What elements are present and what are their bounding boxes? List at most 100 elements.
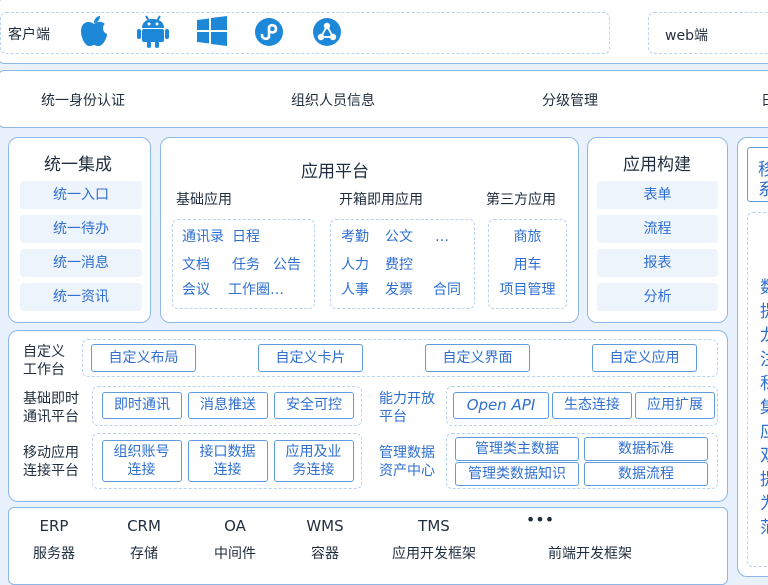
instant-messaging-button[interactable]: 即时通讯 bbox=[102, 392, 182, 419]
build-analysis[interactable]: 分析 bbox=[597, 283, 718, 311]
api-data-connect-button[interactable]: 接口数据 连接 bbox=[188, 440, 268, 482]
app-platform-title: 应用平台 bbox=[301, 162, 369, 182]
android-icon[interactable] bbox=[137, 13, 169, 49]
unified-news[interactable]: 统一资讯 bbox=[20, 283, 142, 311]
push-message-button[interactable]: 消息推送 bbox=[188, 392, 268, 419]
workbench-label-2: 工作台 bbox=[23, 362, 65, 378]
workbench-label-1: 自定义 bbox=[23, 344, 65, 360]
infra-tms: TMS bbox=[418, 517, 450, 535]
windows-icon[interactable] bbox=[197, 16, 227, 46]
data-process-button[interactable]: 数据流程 bbox=[584, 462, 708, 486]
mobile-label-1: 移动应用 bbox=[23, 445, 79, 461]
build-process[interactable]: 流程 bbox=[597, 215, 718, 243]
im-label-2: 通讯平台 bbox=[23, 409, 79, 425]
app-business-line-1: 应用及业 bbox=[285, 444, 342, 460]
app-extension-button[interactable]: 应用扩展 bbox=[635, 392, 715, 419]
app-personnel[interactable]: 人事 bbox=[341, 281, 369, 299]
custom-app-button[interactable]: 自定义应用 bbox=[592, 344, 697, 372]
data-knowledge-button[interactable]: 管理类数据知识 bbox=[455, 462, 579, 486]
unified-entry[interactable]: 统一入口 bbox=[20, 181, 142, 209]
im-label-1: 基础即时 bbox=[23, 391, 79, 407]
right-side-char: 私 bbox=[760, 369, 768, 394]
integration-title: 统一集成 bbox=[44, 155, 112, 175]
app-meeting[interactable]: 会议 bbox=[182, 281, 210, 299]
identity-auth: 统一身份认证 bbox=[41, 93, 125, 109]
open-api-button[interactable]: Open API bbox=[453, 392, 549, 419]
app-car[interactable]: 用车 bbox=[488, 256, 567, 274]
right-top-char-2: 系 bbox=[758, 180, 768, 200]
app-project-management[interactable]: 项目管理 bbox=[488, 281, 567, 299]
right-side-char: 为 bbox=[760, 489, 768, 514]
secure-control-button[interactable]: 安全可控 bbox=[274, 392, 354, 419]
unified-message[interactable]: 统一消息 bbox=[20, 249, 142, 277]
right-side-char: 应 bbox=[760, 417, 768, 442]
infra-app-framework: 应用开发框架 bbox=[392, 546, 476, 562]
infra-middleware: 中间件 bbox=[214, 546, 256, 562]
mobile-label-2: 连接平台 bbox=[23, 463, 79, 479]
share-icon[interactable] bbox=[312, 17, 342, 47]
app-attendance[interactable]: 考勤 bbox=[341, 228, 369, 246]
third-apps-title: 第三方应用 bbox=[486, 192, 556, 208]
build-report[interactable]: 报表 bbox=[597, 249, 718, 277]
app-contacts[interactable]: 通讯录 bbox=[182, 228, 224, 246]
data-label-2: 资产中心 bbox=[379, 463, 435, 479]
org-info: 组织人员信息 bbox=[291, 93, 375, 109]
app-expense[interactable]: 费控 bbox=[385, 256, 413, 274]
app-work-circle[interactable]: 工作圈… bbox=[228, 281, 284, 299]
app-official-doc[interactable]: 公文 bbox=[385, 228, 413, 246]
right-side-char: 注 bbox=[760, 345, 768, 370]
api-data-line-1: 接口数据 bbox=[199, 444, 256, 460]
app-schedule[interactable]: 日程 bbox=[232, 228, 260, 246]
infra-storage: 存储 bbox=[130, 546, 158, 562]
right-side-char: 提 bbox=[760, 465, 768, 490]
infra-container: 容器 bbox=[311, 546, 339, 562]
org-account-connect-button[interactable]: 组织账号 连接 bbox=[102, 440, 182, 482]
ecosystem-connect-button[interactable]: 生态连接 bbox=[552, 392, 632, 419]
custom-card-button[interactable]: 自定义卡片 bbox=[258, 344, 363, 372]
infra-frontend-framework: 前端开发框架 bbox=[548, 546, 632, 562]
app-tasks[interactable]: 任务 bbox=[232, 256, 260, 274]
app-travel[interactable]: 商旅 bbox=[488, 228, 567, 246]
app-invoice[interactable]: 发票 bbox=[385, 281, 413, 299]
right-side-char: 提 bbox=[760, 297, 768, 322]
data-label-1: 管理数据 bbox=[379, 445, 435, 461]
open-label-2: 平台 bbox=[379, 409, 407, 425]
mini-program-icon[interactable] bbox=[254, 17, 284, 47]
app-notice[interactable]: 公告 bbox=[273, 256, 301, 274]
client-label: 客户端 bbox=[8, 27, 50, 43]
api-data-line-2: 连接 bbox=[213, 462, 242, 478]
data-standard-button[interactable]: 数据标准 bbox=[584, 437, 708, 461]
right-side-char: 数 bbox=[760, 273, 768, 298]
build-form[interactable]: 表单 bbox=[597, 181, 718, 209]
infra-server: 服务器 bbox=[33, 546, 75, 562]
right-side-char: 集 bbox=[760, 393, 768, 418]
app-hr[interactable]: 人力 bbox=[341, 256, 369, 274]
base-apps-title: 基础应用 bbox=[176, 192, 232, 208]
infra-wms: WMS bbox=[306, 517, 344, 535]
apple-icon[interactable] bbox=[78, 14, 110, 48]
app-build-title: 应用构建 bbox=[623, 155, 691, 175]
right-side-char: 双 bbox=[760, 441, 768, 466]
app-more[interactable]: … bbox=[435, 228, 449, 246]
identity-cut-text: 日 bbox=[761, 90, 768, 110]
infra-oa: OA bbox=[224, 517, 246, 535]
org-account-line-1: 组织账号 bbox=[113, 444, 170, 460]
infra-crm: CRM bbox=[127, 517, 161, 535]
right-side-char: 龙 bbox=[760, 321, 768, 346]
app-business-line-2: 务连接 bbox=[292, 462, 335, 478]
web-label: web端 bbox=[665, 28, 708, 44]
infra-more: ••• bbox=[525, 510, 555, 529]
master-data-button[interactable]: 管理类主数据 bbox=[455, 437, 579, 461]
app-business-connect-button[interactable]: 应用及业 务连接 bbox=[274, 440, 354, 482]
right-side-char: 范 bbox=[760, 513, 768, 538]
infra-erp: ERP bbox=[39, 517, 69, 535]
level-management: 分级管理 bbox=[542, 93, 598, 109]
app-contract[interactable]: 合同 bbox=[433, 281, 461, 299]
ready-apps-title: 开箱即用应用 bbox=[339, 192, 423, 208]
app-docs[interactable]: 文档 bbox=[182, 256, 210, 274]
open-label-1: 能力开放 bbox=[379, 391, 435, 407]
custom-layout-button[interactable]: 自定义布局 bbox=[91, 344, 196, 372]
org-account-line-2: 连接 bbox=[127, 462, 156, 478]
unified-todo[interactable]: 统一待办 bbox=[20, 215, 142, 243]
custom-interface-button[interactable]: 自定义界面 bbox=[425, 344, 530, 372]
